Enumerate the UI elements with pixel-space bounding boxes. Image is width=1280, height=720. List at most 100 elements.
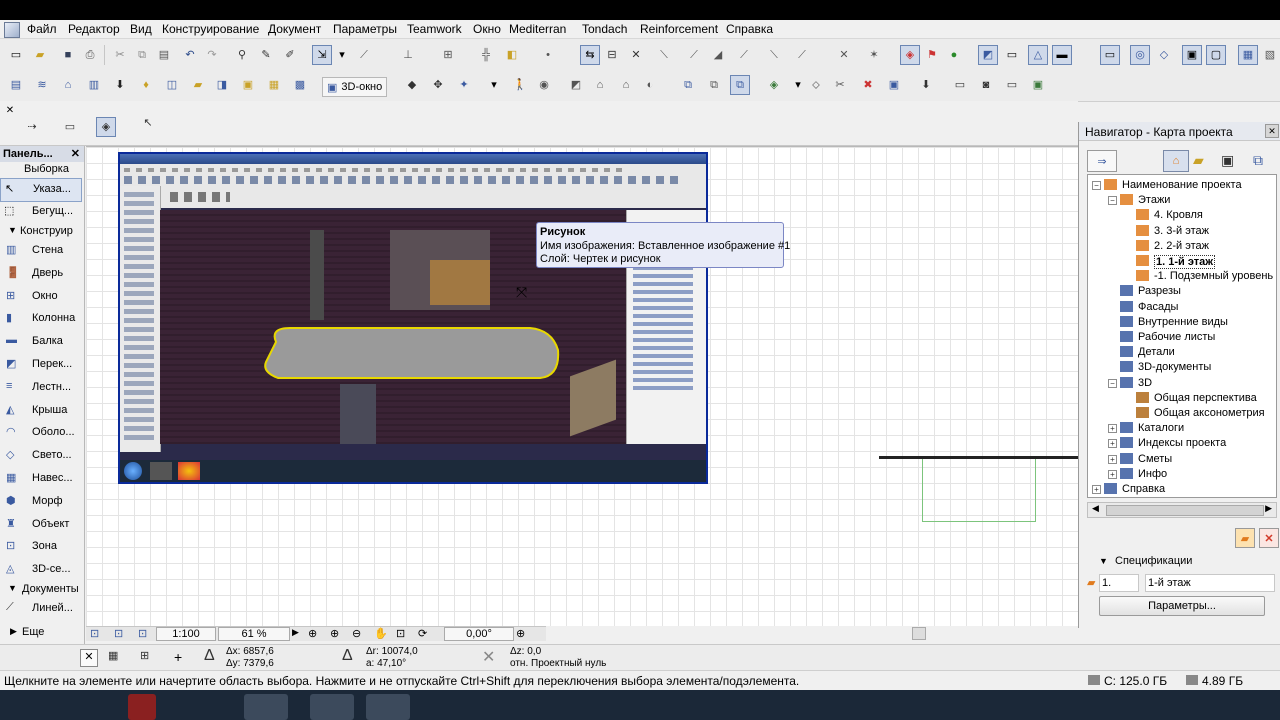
tool-curtain-wall[interactable]: ▦ Навес... xyxy=(0,468,84,490)
layout-book-tab-icon[interactable]: ▣ xyxy=(1221,152,1234,169)
close-icon[interactable]: ✕ xyxy=(71,147,80,160)
tool-skylight[interactable]: ◇ Свето... xyxy=(0,445,84,467)
renovation-icon[interactable]: ◎ xyxy=(1130,45,1150,65)
scroll-thumb[interactable] xyxy=(1106,505,1264,516)
floor-plan-icon[interactable]: ▤ xyxy=(8,77,24,93)
collapse-icon[interactable]: − xyxy=(1092,181,1101,190)
tool-wall[interactable]: ▥ Стена xyxy=(0,240,84,262)
tool-line[interactable]: ⟋ Линей... xyxy=(0,598,84,620)
tool-door[interactable]: 🚪 Дверь xyxy=(0,263,84,285)
rotated-marquee-icon[interactable]: ◈ xyxy=(96,117,116,137)
menu-help[interactable]: Справка xyxy=(726,22,773,36)
elevation-view-icon[interactable]: ⌂ xyxy=(60,77,76,93)
tool-window[interactable]: ⊞ Окно xyxy=(0,286,84,308)
rotate-view-icon[interactable]: ⟳ xyxy=(418,627,427,640)
new-folder-icon[interactable]: ▰ xyxy=(1235,528,1255,548)
section-documents[interactable]: ▼ Документы xyxy=(0,582,84,598)
render-icon[interactable]: ◈ xyxy=(766,77,782,93)
partial-structure-icon[interactable]: ▭ xyxy=(1100,45,1120,65)
paste-icon[interactable]: ▤ xyxy=(156,47,172,63)
menu-file[interactable]: Файл xyxy=(27,22,57,36)
navigator-menu-button[interactable]: ⇒ xyxy=(1087,150,1117,172)
cutaway-icon[interactable]: ⌂ xyxy=(618,77,634,93)
camera-snapshot-icon[interactable]: ◙ xyxy=(978,77,994,93)
story-number-field[interactable]: 1. xyxy=(1099,574,1139,592)
close-icon[interactable]: ✕ xyxy=(80,649,98,667)
layout-icon[interactable]: ▣ xyxy=(240,77,256,93)
expand-icon[interactable]: + xyxy=(1092,485,1101,494)
navigate-icon[interactable]: ✦ xyxy=(456,77,472,93)
archicad-app-icon[interactable] xyxy=(4,22,20,38)
collapse-icon[interactable]: − xyxy=(1108,378,1117,388)
pointer-icon[interactable]: ↖ xyxy=(140,115,156,131)
arrow-tool-icon[interactable]: ⇲ xyxy=(312,45,332,65)
menu-design[interactable]: Конструирование xyxy=(162,22,259,36)
dropdown-arrow-icon[interactable]: ▾ xyxy=(486,77,502,93)
menu-reinforcement[interactable]: Reinforcement xyxy=(640,22,718,36)
send-receive-icon[interactable]: ● xyxy=(946,47,962,63)
settings-button[interactable]: Параметры... xyxy=(1099,596,1265,616)
menu-window[interactable]: Окно xyxy=(473,22,501,36)
publisher-tab-icon[interactable]: ⧉ xyxy=(1253,152,1263,169)
menu-teamwork[interactable]: Teamwork xyxy=(407,22,462,36)
relative-coords-icon[interactable]: + xyxy=(174,649,182,665)
menu-tondach[interactable]: Tondach xyxy=(582,22,627,36)
snap-points-icon[interactable]: ⊞ xyxy=(140,649,149,662)
menu-view[interactable]: Вид xyxy=(130,22,152,36)
open-folder-icon[interactable]: ▰ xyxy=(32,47,48,63)
collapse-arrow-icon[interactable]: ▼ xyxy=(1099,556,1108,566)
expand-icon[interactable]: + xyxy=(1108,424,1117,434)
tool-morph[interactable]: ⬢ Морф xyxy=(0,491,84,513)
eyedropper-icon[interactable]: ✎ xyxy=(258,47,274,63)
redo-zoom-icon[interactable]: ⊡ xyxy=(114,627,123,640)
story-name-field[interactable]: 1-й этаж xyxy=(1145,574,1275,592)
snap-grid-icon[interactable]: ⊞ xyxy=(440,47,456,63)
expand-icon[interactable]: + xyxy=(1108,469,1117,479)
menu-edit[interactable]: Редактор xyxy=(68,22,120,36)
marker-icon[interactable]: ⬦ xyxy=(808,77,824,93)
new-file-icon[interactable]: ▭ xyxy=(8,47,24,63)
interior-view-icon[interactable]: ◫ xyxy=(164,77,180,93)
menu-mediterran[interactable]: Mediterran xyxy=(509,22,566,36)
menu-options[interactable]: Параметры xyxy=(333,22,397,36)
fillet-icon[interactable]: ⟋ xyxy=(794,47,810,63)
undo-zoom-icon[interactable]: ⊡ xyxy=(90,627,99,640)
section-construct[interactable]: ▼ Конструир xyxy=(0,224,84,240)
table-icon[interactable]: ⊟ xyxy=(604,47,620,63)
teamwork-icon[interactable]: ◈ xyxy=(900,45,920,65)
dot-menu-icon[interactable]: • xyxy=(540,47,556,63)
fly-icon[interactable]: ◉ xyxy=(536,77,552,93)
monitor-icon[interactable]: ▭ xyxy=(952,77,968,93)
3d-window-button[interactable]: ▣ 3D-окно xyxy=(322,77,388,97)
zone-outline[interactable] xyxy=(922,459,1036,522)
scale-icon[interactable]: ▦ xyxy=(1238,45,1258,65)
tool-roof[interactable]: ◭ Крыша xyxy=(0,400,84,422)
publisher-icon[interactable]: ▦ xyxy=(266,77,282,93)
view-settings-icon[interactable]: ◇ xyxy=(1156,47,1172,63)
scale-field[interactable]: 1:100 xyxy=(156,627,216,641)
tool-object[interactable]: ♜ Объект xyxy=(0,514,84,536)
window-tile-icon[interactable]: ▣ xyxy=(1182,45,1202,65)
tool-zone[interactable]: ⊡ Зона xyxy=(0,536,84,558)
intersect-icon[interactable]: ✕ xyxy=(836,47,852,63)
fit-in-window-icon[interactable]: ⊡ xyxy=(396,627,405,640)
embedded-image[interactable] xyxy=(118,152,708,484)
view-map-tab-icon[interactable]: ▰ xyxy=(1193,152,1204,169)
flag-icon[interactable]: ⚑ xyxy=(924,47,940,63)
zoom-arrow-icon[interactable]: ▶ xyxy=(292,627,299,638)
tools-icon[interactable]: ✂ xyxy=(832,77,848,93)
save-icon[interactable]: ■ xyxy=(60,47,76,63)
tool-beam[interactable]: ▬ Балка xyxy=(0,331,84,353)
drag-icon[interactable]: ⇆ xyxy=(580,45,600,65)
expand-icon[interactable]: + xyxy=(1108,439,1117,449)
tool-stair[interactable]: ≡ Лестн... xyxy=(0,377,84,399)
find-select-icon[interactable]: ⚲ xyxy=(234,47,250,63)
delete-icon[interactable]: ✕ xyxy=(1259,528,1279,548)
stretch-icon[interactable]: ⟍ xyxy=(766,47,782,63)
detail-view-icon[interactable]: ◨ xyxy=(214,77,230,93)
angle-field[interactable]: 0,00° xyxy=(444,627,514,641)
dropdown-arrow-icon[interactable]: ▾ xyxy=(790,77,806,93)
screen-icon[interactable]: ▭ xyxy=(1004,77,1020,93)
tree-hscrollbar[interactable]: ◀ ▶ xyxy=(1087,502,1277,518)
camera-icon[interactable]: ◐ xyxy=(642,77,658,93)
